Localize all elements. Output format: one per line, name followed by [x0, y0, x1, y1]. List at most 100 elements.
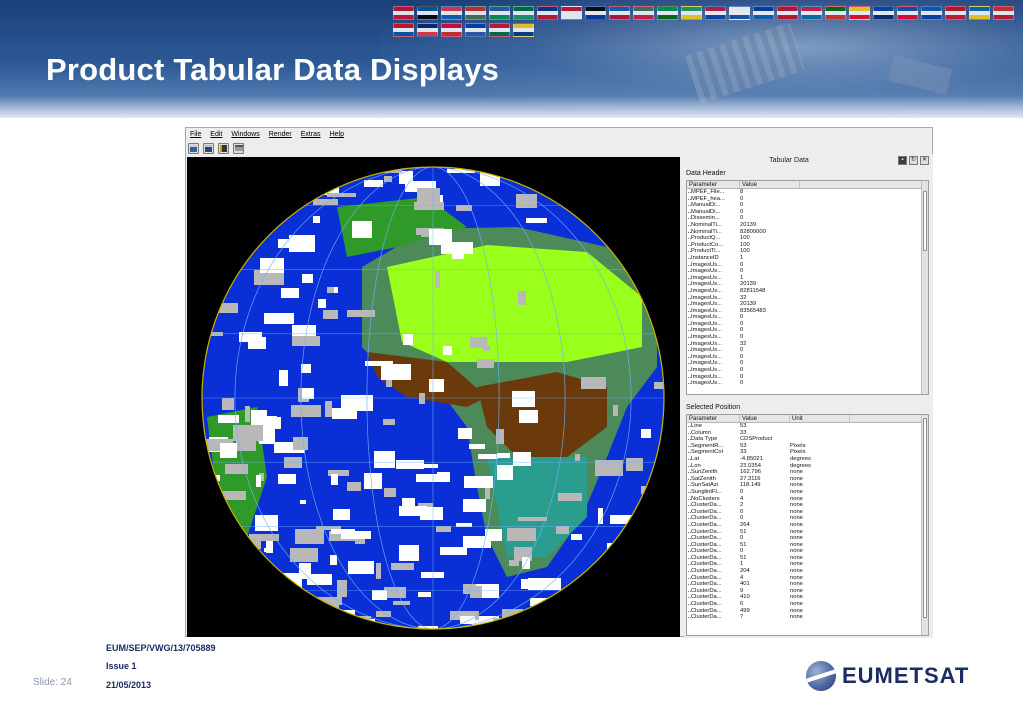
table-row[interactable]: SunZenith 162.796 none — [687, 469, 928, 476]
cell-value: 0 — [740, 373, 744, 380]
menu-windows[interactable]: Windows — [231, 131, 259, 138]
table-row[interactable]: ClusterDa... 410 none — [687, 594, 928, 601]
table-row[interactable]: ImagesUs... 83565483 — [687, 308, 928, 315]
table-row[interactable]: ImagesUs... 0 — [687, 374, 928, 381]
table-row[interactable]: ProductQ... 100 — [687, 235, 928, 242]
table-row[interactable]: ImagesUs... 0 — [687, 327, 928, 334]
table-row[interactable]: ManualDi... 0 — [687, 209, 928, 216]
cell-value: 83565483 — [740, 307, 766, 314]
earth-disc-view[interactable] — [187, 157, 680, 637]
table-row[interactable]: ImagesUs... 32 — [687, 341, 928, 348]
table-row[interactable]: ClusterDa... 51 none — [687, 555, 928, 562]
table-row[interactable]: ImagesUs... 32 — [687, 295, 928, 302]
table-row[interactable]: ClusterDa... 51 none — [687, 529, 928, 536]
cell-unit: none — [790, 535, 803, 542]
table-row[interactable]: ClusterDa... 401 none — [687, 581, 928, 588]
scroll-thumb[interactable] — [923, 191, 927, 251]
table-row[interactable]: NominalTi... 20139 — [687, 222, 928, 229]
table-row[interactable]: ClusterDa... 9 none — [687, 588, 928, 595]
column-header-value[interactable]: Value — [740, 181, 800, 188]
menu-render[interactable]: Render — [269, 131, 292, 138]
refresh-icon[interactable]: ↻ — [909, 156, 918, 165]
table-row[interactable]: ImagesUs... 0 — [687, 314, 928, 321]
cloud-block — [429, 229, 452, 245]
cloud-block — [220, 443, 237, 458]
cell-param: SatZenith — [687, 476, 740, 483]
table-row[interactable]: ImagesUs... 82811548 — [687, 288, 928, 295]
table-row[interactable]: InstanceID 1 — [687, 255, 928, 262]
table-row[interactable]: ImagesUs... 0 — [687, 334, 928, 341]
table-row[interactable]: ClusterDa... 264 none — [687, 522, 928, 529]
table-row[interactable]: Lat -4.85021 degrees — [687, 456, 928, 463]
table-row[interactable]: SunSatAzi 118.149 none — [687, 482, 928, 489]
save-all-icon[interactable] — [203, 142, 214, 154]
save-icon[interactable] — [188, 142, 199, 154]
column-header-value[interactable]: Value — [740, 415, 790, 422]
cloud-block — [469, 444, 485, 449]
close-icon[interactable]: ✕ — [920, 156, 929, 165]
cloud-block — [463, 584, 476, 594]
table-row[interactable]: ManualDi... 0 — [687, 202, 928, 209]
cell-value: 0 — [740, 488, 744, 495]
print-icon[interactable] — [233, 142, 244, 154]
table-row[interactable]: Data Type CDSProduct — [687, 436, 928, 443]
save-panel-icon[interactable]: ▪ — [898, 156, 907, 165]
table-row[interactable]: ImagesUs... 0 — [687, 262, 928, 269]
cell-unit: Pixels — [790, 442, 806, 449]
table-row[interactable]: ProductCo... 100 — [687, 242, 928, 249]
table-row[interactable]: SegmentR... 53 Pixels — [687, 443, 928, 450]
table-row[interactable]: ClusterDa... 0 none — [687, 535, 928, 542]
table-row[interactable]: ImagesUs... 0 — [687, 367, 928, 374]
table-row[interactable]: Dissemin... 0 — [687, 215, 928, 222]
scroll-thumb[interactable] — [923, 418, 927, 618]
table-row[interactable]: ImagesUs... 0 — [687, 268, 928, 275]
table-row[interactable]: ClusterDa... 499 none — [687, 608, 928, 615]
cloud-block — [337, 580, 347, 597]
table-row[interactable]: SegmentCol 33 Pixels — [687, 449, 928, 456]
table-row[interactable]: SunglintFl... 0 none — [687, 489, 928, 496]
cloud-block — [331, 529, 355, 534]
table-row[interactable]: Line 53 — [687, 423, 928, 430]
table-row[interactable]: ImagesUs... 0 — [687, 347, 928, 354]
table-row[interactable]: ClusterDa... 51 none — [687, 542, 928, 549]
table-row[interactable]: ImagesUs... 20139 — [687, 301, 928, 308]
table-row[interactable]: ImagesUs... 0 — [687, 321, 928, 328]
cell-unit: none — [790, 548, 803, 555]
table-row[interactable]: MPEF_hea... 0 — [687, 196, 928, 203]
table-row[interactable]: NominalTi... 82800000 — [687, 229, 928, 236]
table-row[interactable]: NoClusters 4 none — [687, 496, 928, 503]
table-row[interactable]: ClusterDa... 7 none — [687, 614, 928, 621]
table-row[interactable]: ImagesUs... 0 — [687, 354, 928, 361]
table-row[interactable]: ImagesUs... 1 — [687, 275, 928, 282]
slide-title: Product Tabular Data Displays — [46, 52, 500, 87]
table-row[interactable]: ClusterDa... 1 none — [687, 561, 928, 568]
table-row[interactable]: Lon 23.0354 degrees — [687, 463, 928, 470]
table-row[interactable]: Column 33 — [687, 430, 928, 437]
table-row[interactable]: ProductTi... 100 — [687, 248, 928, 255]
selected-position-scrollbar[interactable] — [921, 415, 928, 635]
table-row[interactable]: ClusterDa... 4 none — [687, 575, 928, 582]
column-header-parameter[interactable]: Parameter — [687, 415, 740, 422]
table-row[interactable]: ClusterDa... 204 none — [687, 568, 928, 575]
table-row[interactable]: ClusterDa... 2 none — [687, 502, 928, 509]
menu-edit[interactable]: Edit — [210, 131, 222, 138]
menu-help[interactable]: Help — [330, 131, 344, 138]
table-row[interactable]: MPEF_File... 8 — [687, 189, 928, 196]
table-row[interactable]: ImagesUs... 0 — [687, 380, 928, 387]
table-row[interactable]: ImagesUs... 0 — [687, 360, 928, 367]
table-row[interactable]: ClusterDa... 0 none — [687, 548, 928, 555]
cell-param: ProductCo... — [687, 242, 740, 249]
table-row[interactable]: SatZenith 27.3116 none — [687, 476, 928, 483]
table-row[interactable]: ImagesUs... 20139 — [687, 281, 928, 288]
table-row[interactable]: ClusterDa... 6 none — [687, 601, 928, 608]
table-row[interactable]: ClusterDa... 0 none — [687, 515, 928, 522]
menu-extras[interactable]: Extras — [301, 131, 321, 138]
column-header-parameter[interactable]: Parameter — [687, 181, 740, 188]
menu-file[interactable]: File — [190, 131, 201, 138]
table-row[interactable]: ClusterDa... 0 none — [687, 509, 928, 516]
data-header-scrollbar[interactable] — [921, 181, 928, 394]
earth-disc-image[interactable] — [187, 157, 680, 637]
cell-param: ImagesUs... — [687, 380, 740, 387]
save-as-icon[interactable] — [218, 142, 229, 154]
column-header-unit[interactable]: Unit — [790, 415, 850, 422]
